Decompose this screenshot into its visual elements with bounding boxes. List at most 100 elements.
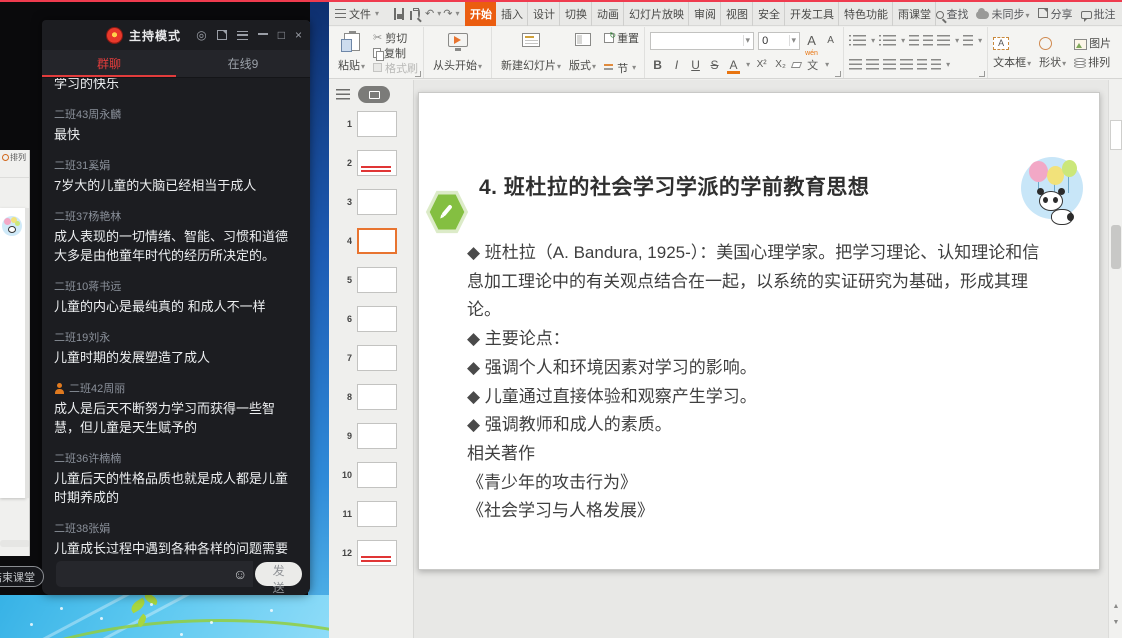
panda-balloons-image[interactable] <box>1021 157 1085 249</box>
slide-thumbnail-row[interactable]: 6 <box>330 306 413 332</box>
align-right-icon[interactable] <box>883 59 896 70</box>
print-icon[interactable] <box>410 11 412 20</box>
slide-thumbnail-row[interactable]: 12 <box>330 540 413 566</box>
numbered-list-icon[interactable] <box>883 35 896 46</box>
print-preview-icon[interactable] <box>418 9 420 18</box>
previous-slide-button[interactable]: ▲ <box>1109 603 1122 610</box>
distribute-icon[interactable] <box>917 59 927 70</box>
bullet-list-icon[interactable] <box>853 35 866 46</box>
chat-message-input[interactable] <box>56 561 227 587</box>
textbox-icon[interactable]: A <box>993 37 1009 50</box>
italic-button[interactable]: I <box>669 58 684 72</box>
insert-picture-button[interactable]: 图片 <box>1074 35 1111 51</box>
slide-thumbnail-row[interactable]: 2 <box>330 150 413 176</box>
cut-button[interactable]: ✂剪切 <box>373 31 418 45</box>
slide-thumbnail-row[interactable]: 5 <box>330 267 413 293</box>
chat-tab[interactable]: 在线9 <box>176 50 310 77</box>
slide-thumbnail-row[interactable]: 3 <box>330 189 413 215</box>
subscript-button[interactable]: X₂ <box>773 59 788 70</box>
text-direction-icon[interactable] <box>937 35 950 46</box>
new-slide-button[interactable]: 新建幻灯片▾ <box>497 31 565 75</box>
slide-thumbnail[interactable] <box>357 111 397 137</box>
dialog-launcher[interactable] <box>979 71 985 77</box>
phonetic-guide-button[interactable]: wén文 <box>805 57 820 73</box>
next-slide-button[interactable]: ▼ <box>1109 619 1122 626</box>
paste-button[interactable]: 粘贴▾ <box>334 31 369 75</box>
document-scrollbar[interactable]: ▲ ▼ <box>1108 80 1122 638</box>
copy-button[interactable]: 复制 <box>373 46 418 60</box>
scrollbar-thumb[interactable] <box>1111 225 1121 269</box>
menu-tab[interactable]: 开始 <box>465 2 496 26</box>
columns-icon[interactable] <box>963 35 973 46</box>
format-painter-button[interactable]: 格式刷 <box>373 61 418 75</box>
slide-thumbnail[interactable] <box>357 384 397 410</box>
file-menu[interactable]: 文件▾ <box>329 6 385 22</box>
slide-thumbnail[interactable] <box>357 462 397 488</box>
textbox-button[interactable]: 文本框▾ <box>993 54 1031 70</box>
sync-status[interactable]: 未同步▾ <box>976 6 1029 22</box>
slide-thumbnail[interactable] <box>357 267 397 293</box>
underline-button[interactable]: U <box>688 58 703 72</box>
undo-icon[interactable]: ↶ <box>425 7 434 20</box>
clear-format-icon[interactable] <box>791 62 802 68</box>
slide-thumbnail-row[interactable]: 9 <box>330 423 413 449</box>
new-doc-icon[interactable] <box>402 8 404 20</box>
slide-view-toggle[interactable] <box>358 86 390 103</box>
editing-canvas[interactable]: 4. 班杜拉的社会学习学派的学前教育思想 <box>414 80 1108 638</box>
slide-thumbnail[interactable] <box>357 501 397 527</box>
layout-button[interactable]: 版式▾ <box>565 31 600 75</box>
slide-thumbnail-row[interactable]: 7 <box>330 345 413 371</box>
slide-body-textbox[interactable]: 班杜拉（A. Bandura, 1925-）：美国心理学家。把学习理论、认知理论… <box>467 239 1047 526</box>
close-icon[interactable]: × <box>295 29 302 41</box>
superscript-button[interactable]: X² <box>754 59 769 70</box>
slide-thumbnail-row[interactable]: 1 <box>330 111 413 137</box>
from-beginning-button[interactable]: 从头开始▾ <box>429 31 486 75</box>
popout-icon[interactable] <box>217 30 227 40</box>
font-name-select[interactable]: ▾ <box>650 32 754 50</box>
toolbar-more-icon[interactable]: ▾ <box>455 9 459 18</box>
menu-tab[interactable]: 插入 <box>496 2 528 26</box>
increase-font-icon[interactable]: A <box>804 33 819 48</box>
find-button[interactable]: 查找 <box>936 6 968 22</box>
menu-tab[interactable]: 动画 <box>592 2 624 26</box>
decrease-indent-icon[interactable] <box>909 35 919 46</box>
taskpane-handle[interactable] <box>1110 120 1122 150</box>
slide-thumbnail[interactable] <box>357 189 397 215</box>
slide-4[interactable]: 4. 班杜拉的社会学习学派的学前教育思想 <box>418 92 1100 570</box>
align-left-icon[interactable] <box>849 59 862 70</box>
slide-thumbnail-row[interactable]: 4 <box>330 228 413 254</box>
dialog-launcher[interactable] <box>415 71 421 77</box>
maximize-icon[interactable]: □ <box>278 29 285 41</box>
edit-hexagon-badge[interactable] <box>425 189 469 235</box>
decrease-font-icon[interactable]: A <box>823 35 838 46</box>
minimize-icon[interactable] <box>258 33 268 35</box>
slide-thumbnail[interactable] <box>357 423 397 449</box>
end-class-button[interactable]: 结束课堂 <box>0 566 44 587</box>
strikethrough-button[interactable]: S <box>707 58 722 72</box>
outline-view-icon[interactable] <box>336 89 350 101</box>
slide-thumbnail[interactable] <box>357 540 397 566</box>
menu-tab[interactable]: 安全 <box>753 2 785 26</box>
comment-button[interactable]: 批注 <box>1081 6 1116 22</box>
share-button[interactable]: 分享 <box>1038 6 1073 22</box>
slide-thumbnail[interactable] <box>357 306 397 332</box>
justify-icon[interactable] <box>900 59 913 70</box>
menu-tab[interactable]: 审阅 <box>689 2 721 26</box>
chat-message-list[interactable]: 学习的快乐 二班43周永麟 最快 二班31奚娟 7岁大的儿童的大脑已经相当于成人… <box>42 78 310 558</box>
menu-tab[interactable]: 视图 <box>721 2 753 26</box>
slide-thumbnail-row[interactable]: 10 <box>330 462 413 488</box>
slide-thumbnail[interactable] <box>357 345 397 371</box>
slide-title-textbox[interactable]: 4. 班杜拉的社会学习学派的学前教育思想 <box>479 171 869 201</box>
chat-tab[interactable]: 群聊 <box>42 50 176 77</box>
menu-tab[interactable]: 开发工具 <box>785 2 839 26</box>
send-button[interactable]: 发送 <box>255 562 302 586</box>
slide-thumbnail-row[interactable]: 11 <box>330 501 413 527</box>
bold-button[interactable]: B <box>650 58 665 72</box>
menu-tab[interactable]: 切换 <box>560 2 592 26</box>
slide-thumbnail-row[interactable]: 8 <box>330 384 413 410</box>
emoji-icon[interactable]: ☺ <box>227 561 253 587</box>
align-center-icon[interactable] <box>866 59 879 70</box>
menu-icon[interactable] <box>237 31 248 40</box>
save-icon[interactable] <box>394 8 396 20</box>
menu-tab[interactable]: 雨课堂 <box>893 2 936 26</box>
